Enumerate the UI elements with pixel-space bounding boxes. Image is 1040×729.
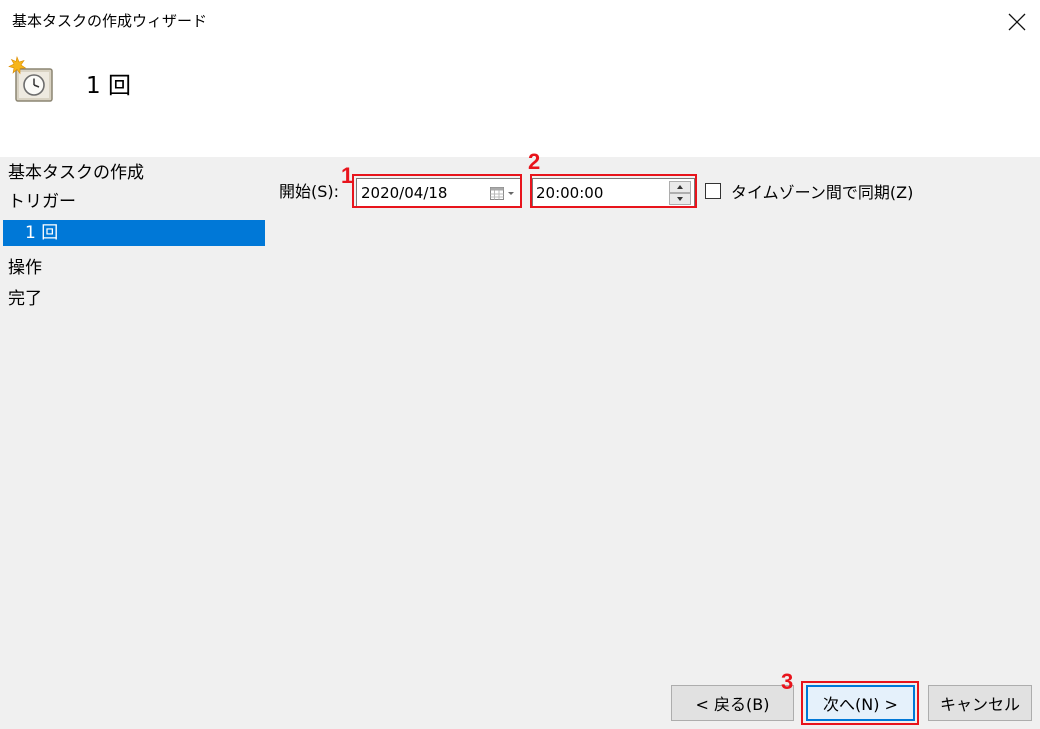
calendar-icon[interactable] [490, 187, 504, 200]
time-spinner [669, 181, 691, 205]
back-button[interactable]: < 戻る(B) [671, 685, 794, 721]
annotation-number-1: 1 [341, 163, 354, 188]
start-time-value: 20:00:00 [536, 184, 604, 202]
spin-up-button[interactable] [669, 181, 691, 193]
close-icon [1008, 13, 1026, 31]
sidebar-item-trigger: トリガー [8, 192, 76, 212]
window-title: 基本タスクの作成ウィザード [12, 12, 208, 30]
sidebar-item-create-basic-task: 基本タスクの作成 [8, 163, 144, 183]
sidebar-item-action: 操作 [8, 258, 42, 278]
spin-down-button[interactable] [669, 193, 691, 205]
sidebar-item-once: 1 回 [3, 220, 265, 246]
start-date-value: 2020/04/18 [361, 184, 448, 202]
cancel-button[interactable]: キャンセル [928, 685, 1032, 721]
content-panel: 基本タスクの作成 トリガー 1 回 操作 完了 開始(S): 2020/04/1… [0, 149, 1040, 729]
arrow-up-icon [677, 185, 683, 189]
annotation-number-3: 3 [781, 669, 794, 694]
arrow-down-icon [677, 197, 683, 201]
start-time-input[interactable]: 20:00:00 [532, 178, 695, 208]
next-button[interactable]: 次へ(N) > [806, 685, 915, 721]
annotation-number-2: 2 [528, 149, 541, 174]
title-bar: 基本タスクの作成ウィザード [0, 0, 1040, 44]
chevron-down-icon[interactable] [508, 192, 514, 195]
page-title: 1 回 [86, 73, 131, 99]
sidebar-item-finish: 完了 [8, 289, 42, 309]
timezone-sync-checkbox[interactable] [705, 183, 721, 199]
close-button[interactable] [994, 0, 1040, 44]
task-clock-icon [8, 56, 53, 102]
start-label: 開始(S): [279, 182, 340, 201]
timezone-sync-label[interactable]: タイムゾーン間で同期(Z) [731, 179, 913, 203]
wizard-header: 1 回 [0, 44, 1040, 157]
start-date-picker[interactable]: 2020/04/18 [356, 178, 521, 208]
